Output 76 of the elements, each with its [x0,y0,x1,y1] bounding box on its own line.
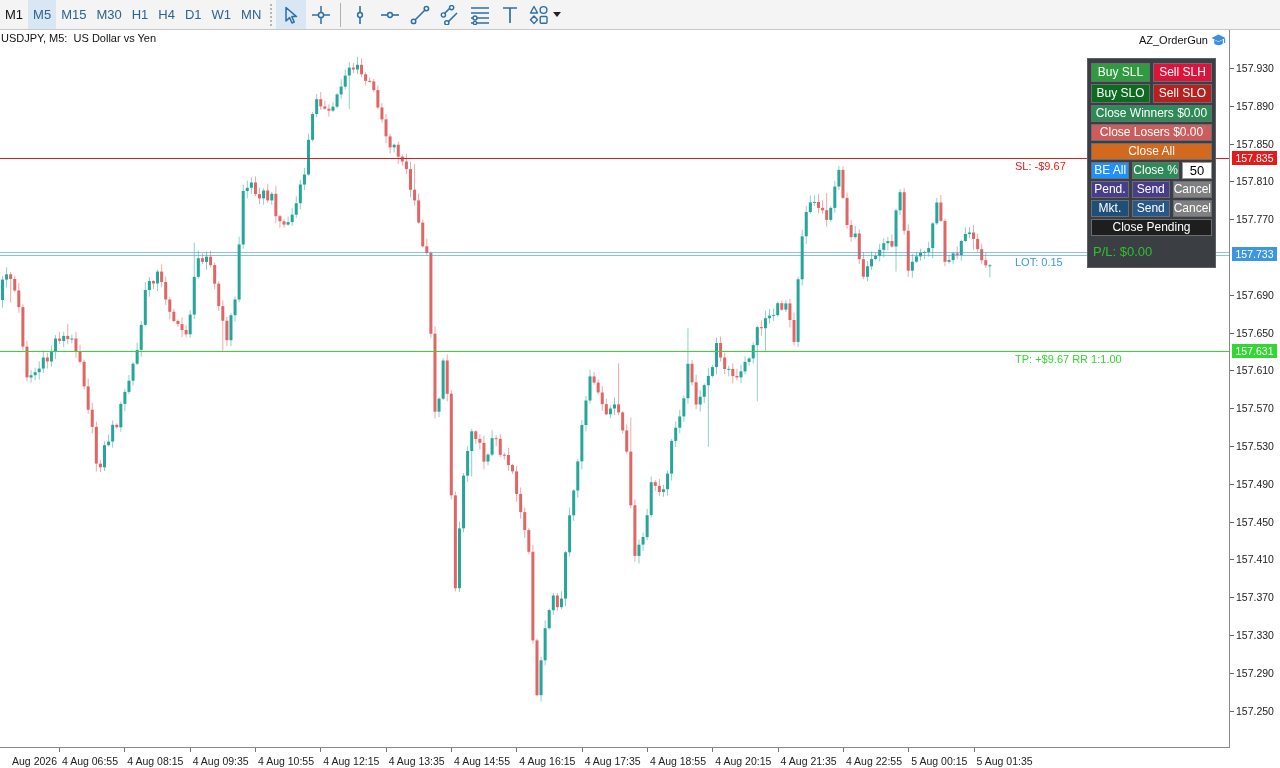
time-label: 4 Aug 21:35 [780,755,837,767]
panel-button[interactable]: Send [1131,200,1170,217]
timeframe-button[interactable]: H4 [153,0,180,29]
panel-button[interactable]: Send [1131,181,1170,198]
timeframe-button[interactable]: M30 [91,0,127,29]
timeframe-button[interactable]: M15 [56,0,92,29]
panel-button[interactable]: Cancel [1172,200,1212,217]
price-label: 157.770 [1236,212,1274,227]
time-label: 5 Aug 00:15 [911,755,968,767]
graduation-cap-icon [1211,33,1226,47]
cursor-button[interactable] [276,0,307,29]
price-label: 157.290 [1236,665,1274,680]
price-tag: 157.733 [1232,247,1277,262]
caret-icon [553,12,562,17]
price-label: 157.570 [1236,401,1274,416]
panel-button[interactable]: Cancel [1172,181,1212,198]
price-label: 157.810 [1236,174,1274,189]
price-label: 157.450 [1236,514,1274,529]
panel-button[interactable]: Mkt. [1091,200,1129,217]
panel-button[interactable]: BE All [1091,162,1130,179]
timeframe-button[interactable]: M1 [0,0,29,29]
price-label: 157.650 [1236,325,1274,340]
price-label: 157.930 [1236,61,1274,75]
expert-name: AZ_OrderGun [1138,33,1208,47]
price-label: 157.610 [1236,363,1274,378]
price-label: 157.490 [1236,476,1274,491]
shapes-icon [529,4,550,25]
price-label: 157.410 [1236,552,1274,567]
profit-label: P/L: $0.00 [1092,244,1154,260]
timeframe-button[interactable]: D1 [179,0,207,29]
timeframe-button[interactable]: W1 [206,0,237,29]
panel-button[interactable]: Close All [1091,143,1212,160]
time-label: 4 Aug 20:15 [715,755,772,767]
timeframe-button[interactable]: H1 [126,0,154,29]
trend-line-icon [410,4,431,25]
timeframe-button[interactable]: MN [236,0,267,29]
panel-button[interactable]: Sell SLH [1153,63,1212,82]
level-lines-icon [470,4,491,25]
time-label: 4 Aug 16:15 [519,755,576,767]
panel-button[interactable]: Close Losers $0.00 [1091,124,1212,141]
time-label: 4 Aug 17:35 [584,755,641,767]
price-label: 157.850 [1236,136,1274,151]
panel-button[interactable]: Sell SLO [1153,84,1212,103]
time-label: 4 Aug 14:55 [453,755,511,767]
timeframe-button[interactable]: M5 [28,0,57,29]
time-label: 5 Aug 01:35 [976,755,1033,767]
parallel-lines-icon [440,4,461,25]
time-label: 4 Aug 12:15 [323,755,380,767]
panel-button[interactable]: Close Pending [1091,219,1212,236]
panel-button[interactable]: Pend. [1091,181,1129,198]
price-label: 157.530 [1236,439,1274,453]
time-label: 4 Aug 22:55 [845,755,902,767]
panel-button[interactable]: Buy SLO [1091,84,1150,103]
panel-button[interactable]: Buy SLL [1091,63,1150,82]
number-field[interactable]: 50 [1182,162,1212,179]
panel-button[interactable]: Close % [1132,162,1179,179]
time-label: 4 Aug 08:15 [127,755,184,767]
price-label: 157.250 [1236,703,1274,718]
time-label: 4 Aug 06:55 [62,755,119,767]
price-label: 157.330 [1236,628,1274,642]
time-label: 4 Aug 09:35 [192,755,249,767]
panel-button[interactable]: Close Winners $0.00 [1091,105,1212,122]
time-label: Aug 2026 [12,755,57,767]
time-label: 4 Aug 13:35 [388,755,445,767]
level-label: SL: -$9.67 [1015,159,1066,173]
price-tag: 157.835 [1232,150,1277,165]
level-label: TP: +$9.67 RR 1:1.00 [1015,352,1122,366]
crosshair-icon [311,4,332,25]
price-tag: 157.631 [1232,343,1277,358]
time-label: 4 Aug 18:55 [649,755,706,767]
level-label: LOT: 0.15 [1015,256,1063,270]
price-label: 157.890 [1236,98,1274,113]
price-label: 157.370 [1236,590,1274,605]
chart-title: USDJPY, M5: US Dollar vs Yen [1,31,157,45]
time-label: 4 Aug 10:55 [258,755,315,767]
price-label: 157.690 [1236,287,1274,302]
